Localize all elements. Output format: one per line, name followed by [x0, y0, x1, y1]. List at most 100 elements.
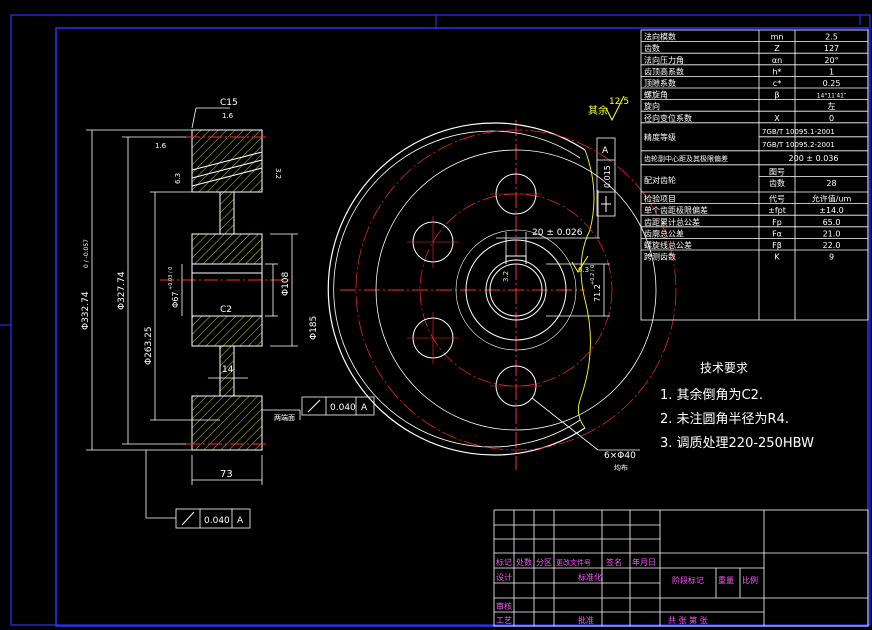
inspect-row-value: 9 — [829, 253, 834, 262]
rough-face-a-label: 6.3 — [174, 173, 182, 184]
center-dist-value: 200 ± 0.036 — [789, 154, 839, 163]
gear-parameter-table: 法向模数 mn 2.5 齿数 Z 127 法向压力角 αn 20° 齿顶高系数 h* 1 顶隙系数 c* 0… — [640, 29, 869, 321]
keyway-rough-label: 3.2 — [502, 271, 510, 282]
param-row-name: 径向变位系数 — [644, 113, 692, 123]
param-row-symbol: h* — [772, 67, 781, 76]
tech-item-3: 3. 调质处理220-250HBW — [660, 436, 814, 451]
runout-a-datum: A — [361, 403, 368, 413]
inspect-row-symbol: ±fpt — [768, 206, 786, 215]
precision-value-1: 7GB/T 10095.1-2001 — [762, 128, 835, 136]
inspect-row-name: 齿距累计总公差 — [644, 217, 700, 227]
tb-weight: 重量 — [718, 575, 734, 585]
tb-col-mark: 标记 — [496, 557, 512, 567]
web-width-label: 14 — [222, 365, 234, 375]
both-sides-label: 两端面 — [274, 413, 295, 422]
inspect-row-symbol: Fp — [772, 218, 782, 227]
rest-rough-label: 其余 — [588, 104, 608, 117]
drawing-frame — [0, 14, 871, 627]
tb-approve: 批准 — [578, 615, 594, 625]
tb-process: 工艺 — [496, 616, 512, 625]
param-row-value: 14°11′41″ — [817, 93, 847, 100]
perpendicularity-frame: A 0.015 — [596, 137, 616, 217]
face-width-label: 73 — [220, 469, 233, 480]
inspect-header-name: 检验项目 — [644, 194, 676, 204]
mating-row-symbol: 图号 — [769, 167, 785, 176]
tech-item-1: 1. 其余倒角为C2. — [660, 387, 763, 403]
param-row-name: 顶隙系数 — [644, 78, 676, 88]
param-row-symbol: c* — [773, 79, 781, 88]
center-dist-label: 齿轮副中心距及其极限偏差 — [644, 154, 728, 163]
param-row-value: 2.5 — [825, 33, 838, 42]
holes-label: 6×Φ40 — [604, 451, 636, 461]
tb-col-sign: 签名 — [606, 557, 622, 567]
tb-sheet: 共 张 第 张 — [668, 615, 708, 625]
inspect-row-name: 齿廓总公差 — [644, 228, 684, 238]
param-row-value: 20° — [824, 56, 838, 65]
tech-title: 技术要求 — [700, 361, 748, 375]
dia-web-label: Φ263.25 — [144, 326, 154, 365]
param-row-symbol: X — [774, 114, 780, 123]
inspect-row-symbol: K — [774, 253, 780, 262]
inspect-row-value: ±14.0 — [819, 206, 844, 215]
param-row-name: 旋向 — [644, 101, 660, 111]
tb-col-zone: 分区 — [536, 558, 552, 567]
inspect-row-symbol: Fα — [772, 229, 782, 238]
gear-front-view: 其余 12.5 A 0.015 20 ± 0.026 3.2 71.2 +0.2… — [327, 95, 677, 472]
tb-scale: 比例 — [742, 575, 758, 585]
inspect-row-name: 螺旋线总公差 — [644, 240, 692, 250]
dia-bore-tol-label: +0.03 / 0 — [168, 267, 174, 290]
inspect-row-value: 65.0 — [823, 218, 841, 227]
keyway-width-label: 20 ± 0.026 — [532, 228, 583, 238]
dia-outer-tol-label: 0 / -0.057 — [83, 239, 90, 268]
tb-col-count: 处数 — [516, 557, 532, 567]
rough-left-label: 1.6 — [155, 142, 167, 150]
perp-tol-value: 0.015 — [603, 165, 612, 188]
runout-b-value: 0.040 — [204, 516, 230, 526]
param-row-symbol: β — [774, 91, 779, 100]
param-row-name: 螺旋角 — [644, 90, 668, 100]
param-row-name: 法向压力角 — [644, 55, 684, 65]
rough-top-label: 1.6 — [222, 112, 234, 120]
tb-col-date: 年月日 — [632, 557, 656, 567]
datum-a-label: A — [602, 146, 609, 156]
dia-hub-out-label: Φ185 — [309, 316, 319, 340]
param-row-value: 1 — [829, 67, 834, 76]
runout-frame-b: 0.040 A — [175, 508, 251, 529]
inspect-header-symbol: 代号 — [769, 194, 785, 204]
param-row-value: 127 — [824, 44, 839, 53]
tb-stage: 阶段标记 — [672, 575, 704, 585]
param-row-value: 0.25 — [823, 79, 841, 88]
dia-hub-label: Φ108 — [281, 271, 291, 296]
cad-drawing-canvas: C15 1.6 1.6 6.3 3.2 Φ332.74 0 / -0.057 Φ… — [0, 14, 871, 627]
inspect-row-value: 22.0 — [823, 241, 841, 250]
runout-b-datum: A — [237, 516, 244, 526]
chamfer-c15-label: C15 — [220, 98, 238, 108]
tb-standard: 标准化 — [578, 572, 602, 582]
holes-note: 均布 — [614, 463, 628, 472]
runout-frame-a: 0.040 A — [301, 396, 375, 416]
tech-item-2: 2. 未注圆角半径为R4. — [660, 412, 789, 427]
runout-a-value: 0.040 — [330, 403, 356, 413]
precision-label: 精度等级 — [644, 132, 676, 142]
precision-value-2: 7GB/T 10095.2-2001 — [762, 141, 835, 149]
chamfer-c2-label: C2 — [220, 305, 232, 315]
title-block: 标记 处数 分区 更改文件号 签名 年月日 设计 标准化 阶段标记 重量 比例 … — [493, 509, 869, 627]
rough-face-b-label: 3.2 — [274, 168, 282, 179]
param-row-name: 法向模数 — [644, 32, 676, 42]
param-row-value: 左 — [828, 101, 836, 111]
mating-row-value: 28 — [826, 179, 836, 188]
keyway-depth-tol-label: +0.2 / 0 — [590, 265, 596, 285]
param-row-value: 0 — [829, 114, 834, 123]
inspect-row-name: 跨测齿数 — [644, 252, 676, 262]
tb-col-change-doc: 更改文件号 — [556, 558, 591, 567]
tech-requirements: 技术要求 1. 其余倒角为C2. 2. 未注圆角半径为R4. 3. 调质处理22… — [660, 361, 814, 451]
param-row-symbol: αn — [772, 56, 782, 65]
inspect-row-name: 单个齿距极限偏差 — [644, 205, 708, 215]
mating-label: 配对齿轮 — [644, 175, 676, 185]
dia-bore-label: Φ67 — [171, 292, 180, 308]
param-row-name: 齿顶高系数 — [644, 66, 684, 76]
tb-designer: 设计 — [496, 572, 512, 582]
inspect-header-value: 允许值/um — [812, 194, 852, 204]
keyway-depth-label: 71.2 — [593, 284, 602, 302]
inspect-row-value: 21.0 — [823, 229, 841, 238]
